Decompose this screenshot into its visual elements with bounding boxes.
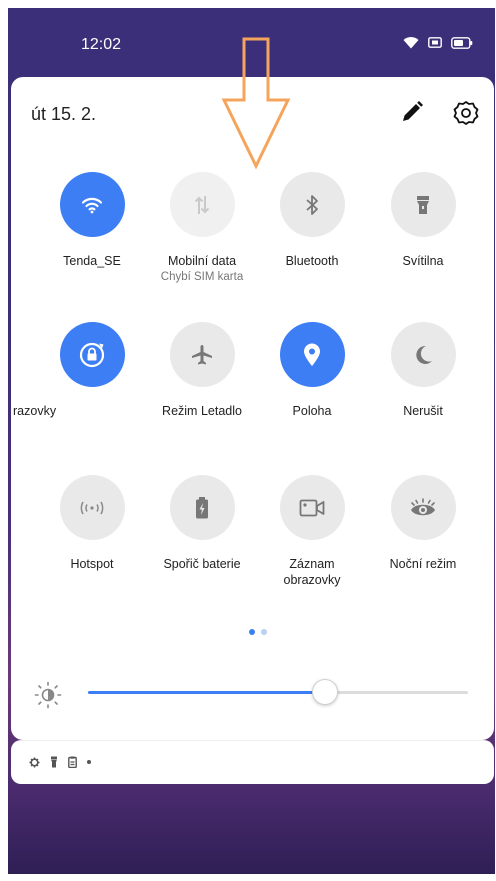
tile-auto-rotate-label-wrap: razovky Z — [13, 403, 101, 421]
tile-bluetooth-label: Bluetooth — [285, 254, 339, 268]
flashlight-small-icon — [51, 756, 57, 768]
tile-night-mode-label: Noční režim — [389, 557, 457, 571]
tile-hotspot-label: Hotspot — [70, 557, 114, 571]
gear-icon[interactable] — [452, 99, 480, 127]
brightness-icon — [34, 681, 62, 709]
tile-location-button[interactable] — [279, 322, 345, 387]
tile-screen-record-label-line2: obrazovky — [283, 573, 341, 587]
tile-flashlight[interactable]: Svítilna — [368, 172, 478, 302]
tile-do-not-disturb[interactable]: Nerušit — [368, 322, 478, 452]
brightness-slider[interactable] — [88, 679, 468, 705]
tile-airplane-label: Režim Letadlo — [162, 404, 242, 418]
more-dot — [87, 760, 91, 764]
tile-night-mode-button[interactable] — [390, 475, 456, 540]
status-clock: 12:02 — [81, 36, 122, 53]
tile-wifi-button[interactable] — [59, 172, 125, 237]
tile-bluetooth-button[interactable] — [279, 172, 345, 237]
wifi-status-icon — [403, 37, 419, 49]
brightness-slider-thumb[interactable] — [311, 679, 338, 705]
notification-icons — [29, 756, 91, 768]
tile-airplane-button[interactable] — [169, 322, 235, 387]
tile-do-not-disturb-label: Nerušit — [403, 404, 443, 418]
tile-bluetooth[interactable]: Bluetooth — [257, 172, 367, 302]
tile-mobile-data[interactable]: Mobilní data Chybí SIM karta — [147, 172, 257, 302]
tile-hotspot[interactable]: Hotspot — [37, 475, 147, 605]
tile-hotspot-button[interactable] — [59, 475, 125, 540]
location-icon — [304, 343, 320, 366]
tile-mobile-data-button[interactable] — [169, 172, 235, 237]
tile-wifi-label: Tenda_SE — [63, 254, 121, 268]
tile-auto-rotate-label: razovky — [13, 404, 57, 418]
page-indicator — [249, 629, 267, 635]
notification-strip[interactable] — [11, 740, 494, 784]
hotspot-icon — [80, 501, 104, 514]
tile-airplane[interactable]: Režim Letadlo — [147, 322, 257, 452]
date-label: út 15. 2. — [31, 104, 97, 124]
tile-auto-rotate[interactable]: razovky Z — [13, 322, 147, 452]
swipe-down-arrow-overlay — [221, 37, 291, 170]
tile-night-mode[interactable]: Noční režim — [368, 475, 478, 605]
airplane-icon — [192, 344, 212, 364]
battery-saver-icon — [196, 496, 208, 518]
brightness-slider-fill — [88, 691, 324, 694]
page-dot-active[interactable] — [249, 629, 255, 635]
tile-location-label: Poloha — [292, 404, 332, 418]
battery-status-icon — [451, 36, 473, 49]
bluetooth-icon — [306, 194, 318, 215]
status-icons — [403, 36, 473, 49]
mobile-data-icon — [194, 195, 210, 214]
clipboard-small-icon — [68, 756, 77, 768]
tile-screen-record-button[interactable] — [279, 475, 345, 540]
tile-battery-saver[interactable]: Spořič baterie — [147, 475, 257, 605]
auto-rotate-icon — [79, 342, 105, 367]
tile-mobile-data-sublabel: Chybí SIM karta — [160, 271, 244, 283]
flashlight-icon — [417, 195, 429, 214]
tile-wifi[interactable]: Tenda_SE — [37, 172, 147, 302]
tile-battery-saver-label: Spořič baterie — [163, 557, 241, 571]
moon-icon — [416, 345, 432, 364]
tile-location[interactable]: Poloha — [257, 322, 367, 452]
wifi-icon — [81, 197, 103, 213]
quick-settings-panel: út 15. 2. Tenda_SE Mobilní data Chybí SI… — [11, 77, 494, 740]
tile-screen-record[interactable]: Záznam obrazovky — [257, 475, 367, 605]
gear-small-icon — [29, 757, 40, 767]
edit-icon[interactable] — [399, 99, 425, 125]
tile-mobile-data-label: Mobilní data — [167, 254, 237, 268]
tile-do-not-disturb-button[interactable] — [390, 322, 456, 387]
tile-flashlight-button[interactable] — [390, 172, 456, 237]
eye-icon — [411, 497, 435, 515]
tile-screen-record-label: Záznam — [289, 557, 335, 571]
screen-record-icon — [299, 499, 325, 516]
phone-screen: 12:02 út 15. 2. Tenda_SE Mobilní data Ch… — [8, 8, 495, 874]
page-dot[interactable] — [261, 629, 267, 635]
tile-battery-saver-button[interactable] — [169, 475, 235, 540]
tile-auto-rotate-button[interactable] — [59, 322, 125, 387]
tile-flashlight-label: Svítilna — [402, 254, 444, 268]
sim-status-icon — [428, 37, 442, 48]
